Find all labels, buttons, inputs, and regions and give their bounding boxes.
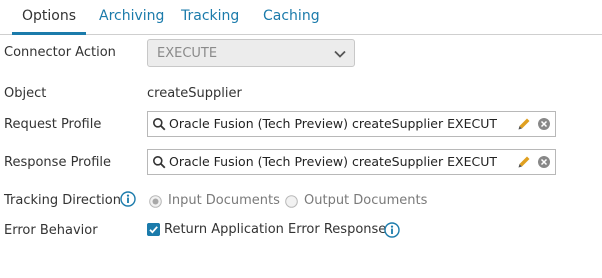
response-profile-field[interactable]: Oracle Fusion (Tech Preview) createSuppl… (147, 149, 556, 175)
output-documents-radio[interactable] (285, 195, 298, 208)
clear-icon[interactable] (537, 155, 551, 169)
chevron-down-icon (334, 50, 346, 58)
input-documents-label: Input Documents (168, 193, 280, 208)
clear-icon[interactable] (537, 117, 551, 131)
connector-action-select[interactable]: EXECUTE (147, 39, 355, 67)
request-profile-label: Request Profile (4, 117, 102, 132)
error-behavior-label: Error Behavior (4, 223, 98, 238)
object-label: Object (4, 86, 47, 101)
output-documents-label: Output Documents (304, 193, 428, 208)
response-profile-label: Response Profile (4, 155, 111, 170)
info-icon[interactable] (384, 222, 400, 238)
search-icon[interactable] (152, 117, 166, 131)
request-profile-value: Oracle Fusion (Tech Preview) createSuppl… (169, 116, 497, 131)
pencil-icon[interactable] (517, 155, 531, 169)
info-icon[interactable] (120, 191, 136, 207)
return-errors-checkbox[interactable] (147, 223, 160, 236)
object-value: createSupplier (147, 86, 242, 101)
pencil-icon[interactable] (517, 117, 531, 131)
search-icon[interactable] (152, 155, 166, 169)
tab-options[interactable]: Options (12, 0, 86, 35)
response-profile-value: Oracle Fusion (Tech Preview) createSuppl… (169, 154, 497, 169)
tab-caching[interactable]: Caching (263, 0, 320, 33)
tab-archiving[interactable]: Archiving (99, 0, 164, 33)
input-documents-radio[interactable] (149, 195, 162, 208)
tab-tracking[interactable]: Tracking (181, 0, 239, 33)
connector-action-label: Connector Action (4, 45, 116, 60)
tab-bar: Options Archiving Tracking Caching (0, 0, 602, 35)
tracking-direction-label: Tracking Direction (4, 193, 121, 208)
return-errors-label: Return Application Error Responses (164, 222, 394, 237)
request-profile-field[interactable]: Oracle Fusion (Tech Preview) createSuppl… (147, 111, 556, 137)
connector-action-value: EXECUTE (157, 46, 218, 61)
